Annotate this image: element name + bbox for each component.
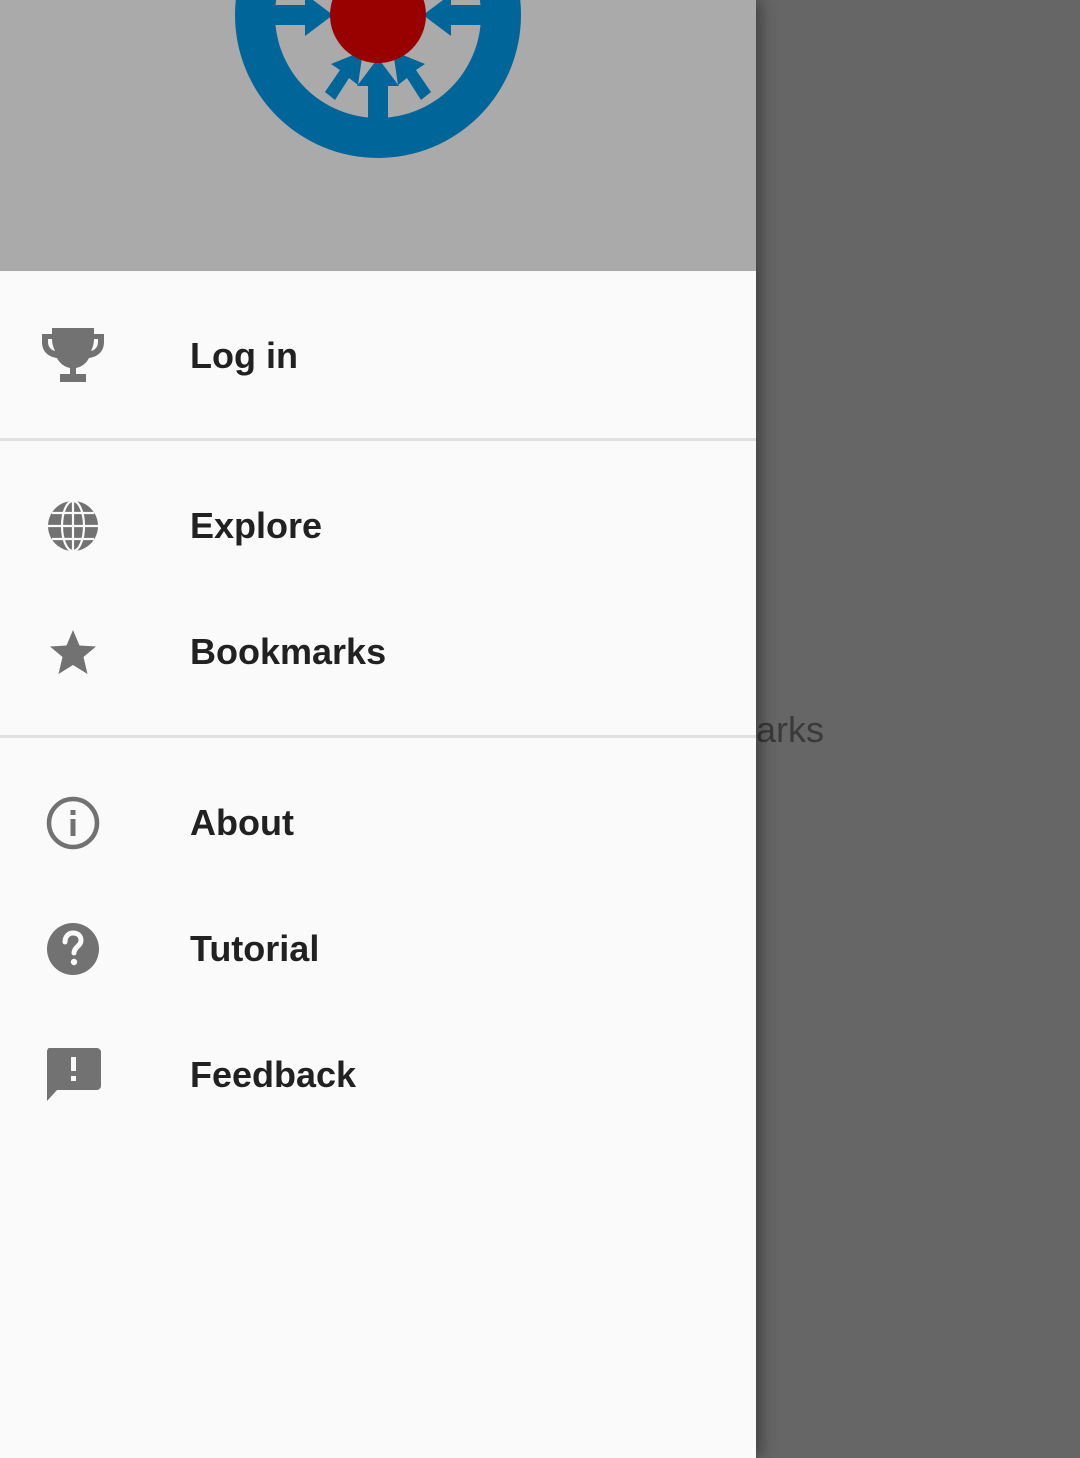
compass-logo-icon — [235, 0, 521, 158]
divider — [0, 438, 756, 441]
menu-item-label: Explore — [190, 505, 323, 546]
menu-item-label: Tutorial — [190, 928, 320, 969]
menu-item-label: Feedback — [190, 1054, 357, 1095]
menu-item-label: About — [190, 802, 294, 843]
trophy-icon — [40, 326, 106, 386]
app-screen: arks Log in Explore Bookmarks About Tuto… — [0, 0, 1080, 1458]
feedback-icon — [40, 1045, 106, 1105]
drawer-header — [0, 0, 756, 271]
background-partial-text: arks — [756, 709, 825, 750]
menu-item-label: Bookmarks — [190, 631, 387, 672]
menu-item-log-in[interactable]: Log in — [0, 293, 756, 419]
globe-icon — [40, 496, 106, 556]
menu-item-feedback[interactable]: Feedback — [0, 1012, 756, 1138]
menu-item-bookmarks[interactable]: Bookmarks — [0, 589, 756, 715]
star-icon — [40, 622, 106, 682]
menu-item-label: Log in — [190, 335, 298, 376]
menu-item-about[interactable]: About — [0, 760, 756, 886]
menu-item-explore[interactable]: Explore — [0, 463, 756, 589]
divider — [0, 735, 756, 738]
help-icon — [40, 919, 106, 979]
menu-item-tutorial[interactable]: Tutorial — [0, 886, 756, 1012]
navigation-drawer: Log in Explore Bookmarks About Tutorial … — [0, 0, 756, 1458]
info-icon — [40, 793, 106, 853]
